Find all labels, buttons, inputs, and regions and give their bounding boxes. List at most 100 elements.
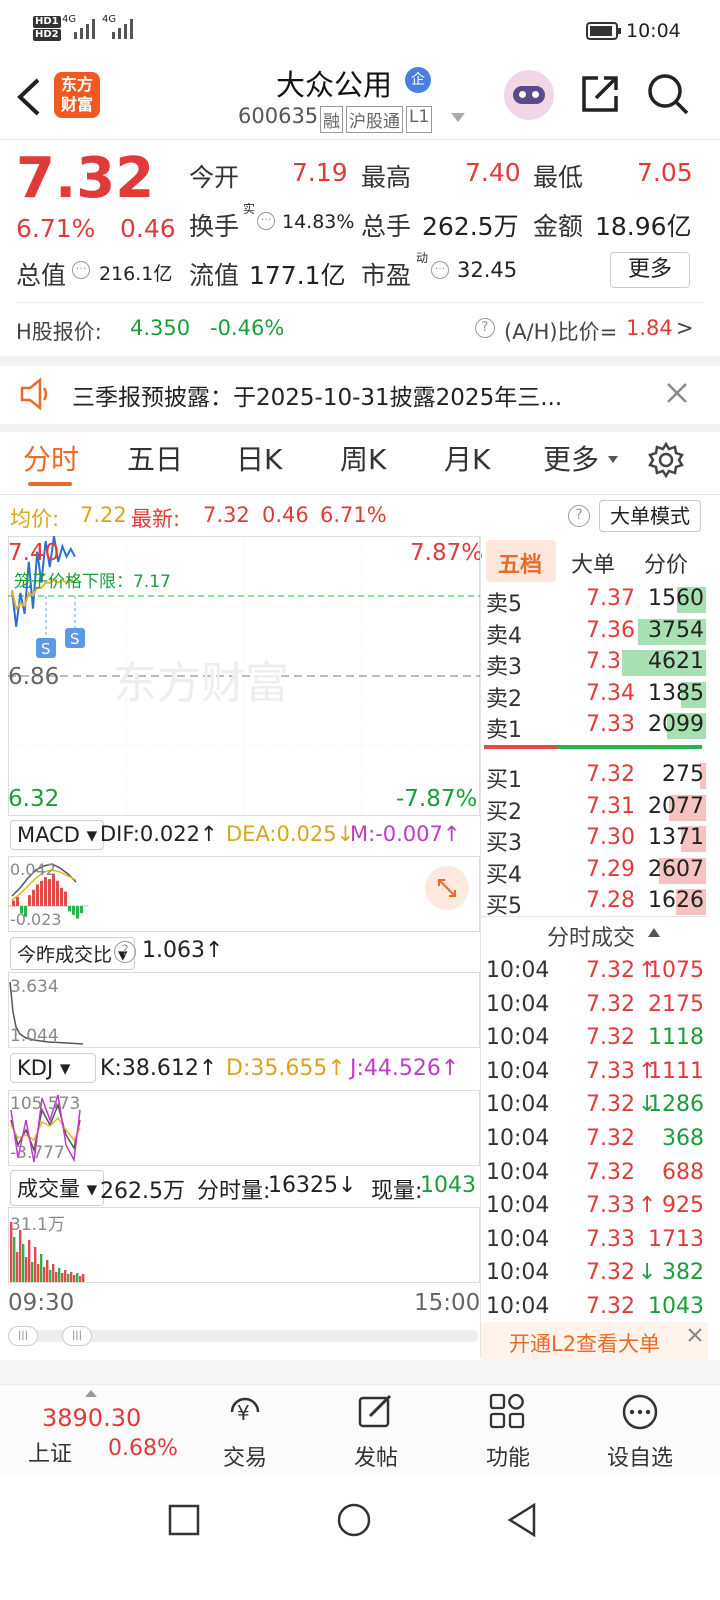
trade-price: 7.32 (586, 958, 635, 983)
scroll-handle-left[interactable]: ||| (8, 1326, 38, 1346)
trade-price: 7.32 (586, 1294, 635, 1319)
macd-selector[interactable]: MACD ▾ (10, 820, 105, 850)
svg-text:¥: ¥ (237, 1401, 250, 1425)
turnover-sup: 实 (243, 202, 256, 216)
assistant-avatar-icon[interactable] (504, 70, 554, 120)
notice-bar[interactable]: 三季报预披露：于2025-10-31披露2025年三... (0, 366, 720, 424)
y-axis-bottom: 6.32 (8, 786, 60, 812)
volume-bar (40, 1254, 43, 1282)
kdj-selector[interactable]: KDJ ▾ (10, 1053, 96, 1083)
tab-monthly-k[interactable]: 月K (444, 438, 490, 478)
trade-direction-icon: ↑ (638, 1193, 657, 1219)
level-volume: 1626 (648, 888, 704, 913)
info-dots-icon-3[interactable]: ··· (431, 261, 449, 279)
trade-price: 7.33 (586, 1226, 635, 1252)
add-watchlist-icon[interactable] (620, 1392, 660, 1432)
search-icon[interactable] (646, 72, 690, 116)
volume-total: 262.5万 (100, 1179, 185, 1204)
level-volume: 2077 (648, 793, 704, 819)
l2-banner[interactable]: 开通L2查看大单 (481, 1322, 708, 1360)
macd-chart[interactable] (8, 856, 480, 932)
volume-chart[interactable] (8, 1207, 480, 1283)
close-icon[interactable] (664, 380, 690, 406)
fs-volume-value: 16325↓ (268, 1173, 357, 1198)
share-icon[interactable] (578, 72, 622, 116)
ask-row[interactable]: 卖2 7.34 1385 (486, 679, 708, 712)
volume-bar (31, 1262, 34, 1282)
post-edit-icon[interactable] (356, 1392, 396, 1432)
kdj-y-top: 105.573 (10, 1094, 81, 1114)
back-triangle-icon[interactable] (506, 1502, 538, 1538)
tab-weekly-k[interactable]: 周K (340, 438, 386, 478)
bid-row[interactable]: 买5 7.28 1626 (486, 886, 708, 919)
big-order-mode-button[interactable]: 大单模式 (599, 500, 701, 532)
ask-row[interactable]: 卖3 7.35 4621 (486, 647, 708, 680)
sort-up-icon[interactable] (647, 926, 661, 938)
active-tab-indicator (28, 482, 72, 486)
app-logo[interactable]: 东方 财富 (54, 72, 100, 118)
nav-add-watchlist[interactable]: 设自选 (580, 1440, 700, 1472)
trade-volume: 688 (662, 1159, 704, 1185)
help-icon-2[interactable]: ? (568, 505, 590, 527)
tab-price-dist[interactable]: 分价 (644, 547, 688, 579)
bid-row[interactable]: 买2 7.31 2077 (486, 792, 708, 825)
macd-bar (76, 906, 79, 919)
tag-margin: 融 (320, 106, 343, 133)
help-icon-3[interactable]: ? (114, 941, 136, 963)
level-label: 卖5 (486, 592, 522, 617)
gear-icon[interactable] (647, 441, 685, 479)
ah-ratio-arrow-icon[interactable]: > (676, 316, 694, 340)
bid-row[interactable]: 买4 7.29 2607 (486, 855, 708, 888)
turnover-value: 14.83% (282, 211, 355, 233)
index-value[interactable]: 3890.30 (42, 1404, 141, 1432)
bid-row[interactable]: 买1 7.32 275 (486, 760, 708, 793)
macd-bar (68, 906, 71, 912)
trade-price: 7.32 (586, 991, 635, 1017)
help-icon[interactable]: ? (475, 318, 495, 338)
nav-post[interactable]: 发帖 (316, 1440, 436, 1472)
tab-five-day[interactable]: 五日 (127, 438, 183, 478)
trade-time: 10:04 (486, 1159, 550, 1185)
nav-functions[interactable]: 功能 (448, 1440, 568, 1472)
volume-selector[interactable]: 成交量 ▾ (10, 1170, 105, 1206)
divider (480, 916, 708, 917)
tab-five-levels[interactable]: 五档 (498, 547, 542, 579)
info-dots-icon-2[interactable]: ··· (72, 261, 90, 279)
macd-bar (72, 906, 75, 915)
divider (16, 302, 704, 303)
functions-grid-icon[interactable] (488, 1392, 528, 1432)
pe-label: 市盈 (361, 261, 412, 290)
index-name[interactable]: 上证 (28, 1436, 72, 1468)
ask-row[interactable]: 卖5 7.37 1560 (486, 584, 708, 617)
tab-more[interactable]: 更多 (543, 438, 599, 478)
home-circle-icon[interactable] (336, 1502, 372, 1538)
hshare-price: 4.350 (130, 316, 191, 340)
y-axis-top: 7.40 (8, 540, 60, 566)
ask-row[interactable]: 卖4 7.36 3754 (486, 616, 708, 649)
close-icon-2[interactable] (686, 1326, 704, 1344)
info-dots-icon[interactable]: ··· (257, 212, 275, 230)
index-up-arrow-icon (85, 1390, 97, 1397)
avg-label: 均价: (10, 507, 60, 531)
hshare-label: H股报价: (16, 320, 102, 344)
tab-daily-k[interactable]: 日K (236, 438, 282, 478)
trade-row: 10:04 7.32 ↓ 1286 (486, 1090, 708, 1123)
more-button[interactable]: 更多 (610, 252, 690, 288)
bid-row[interactable]: 买3 7.30 1371 (486, 823, 708, 856)
expand-icon[interactable] (425, 866, 469, 910)
nav-trade[interactable]: 交易 (185, 1440, 305, 1472)
dropdown-triangle-icon[interactable] (450, 112, 466, 124)
stock-code: 600635 (238, 104, 319, 128)
trade-time: 10:04 (486, 958, 550, 983)
tab-big-orders[interactable]: 大单 (571, 547, 615, 579)
trade-yen-icon[interactable]: ¥ (224, 1392, 266, 1432)
kdj-y-bottom: -3.777 (10, 1143, 65, 1163)
tab-intraday[interactable]: 分时 (23, 438, 79, 478)
back-arrow-icon[interactable] (14, 76, 44, 118)
amount-label: 金额 (533, 212, 584, 241)
tab-more-dropdown-icon[interactable] (607, 455, 619, 465)
ask-row[interactable]: 卖1 7.33 2099 (486, 710, 708, 743)
scroll-handle-right[interactable]: ||| (62, 1326, 92, 1346)
recents-square-icon[interactable] (168, 1504, 200, 1536)
volume-ratio-chart[interactable] (8, 972, 480, 1048)
